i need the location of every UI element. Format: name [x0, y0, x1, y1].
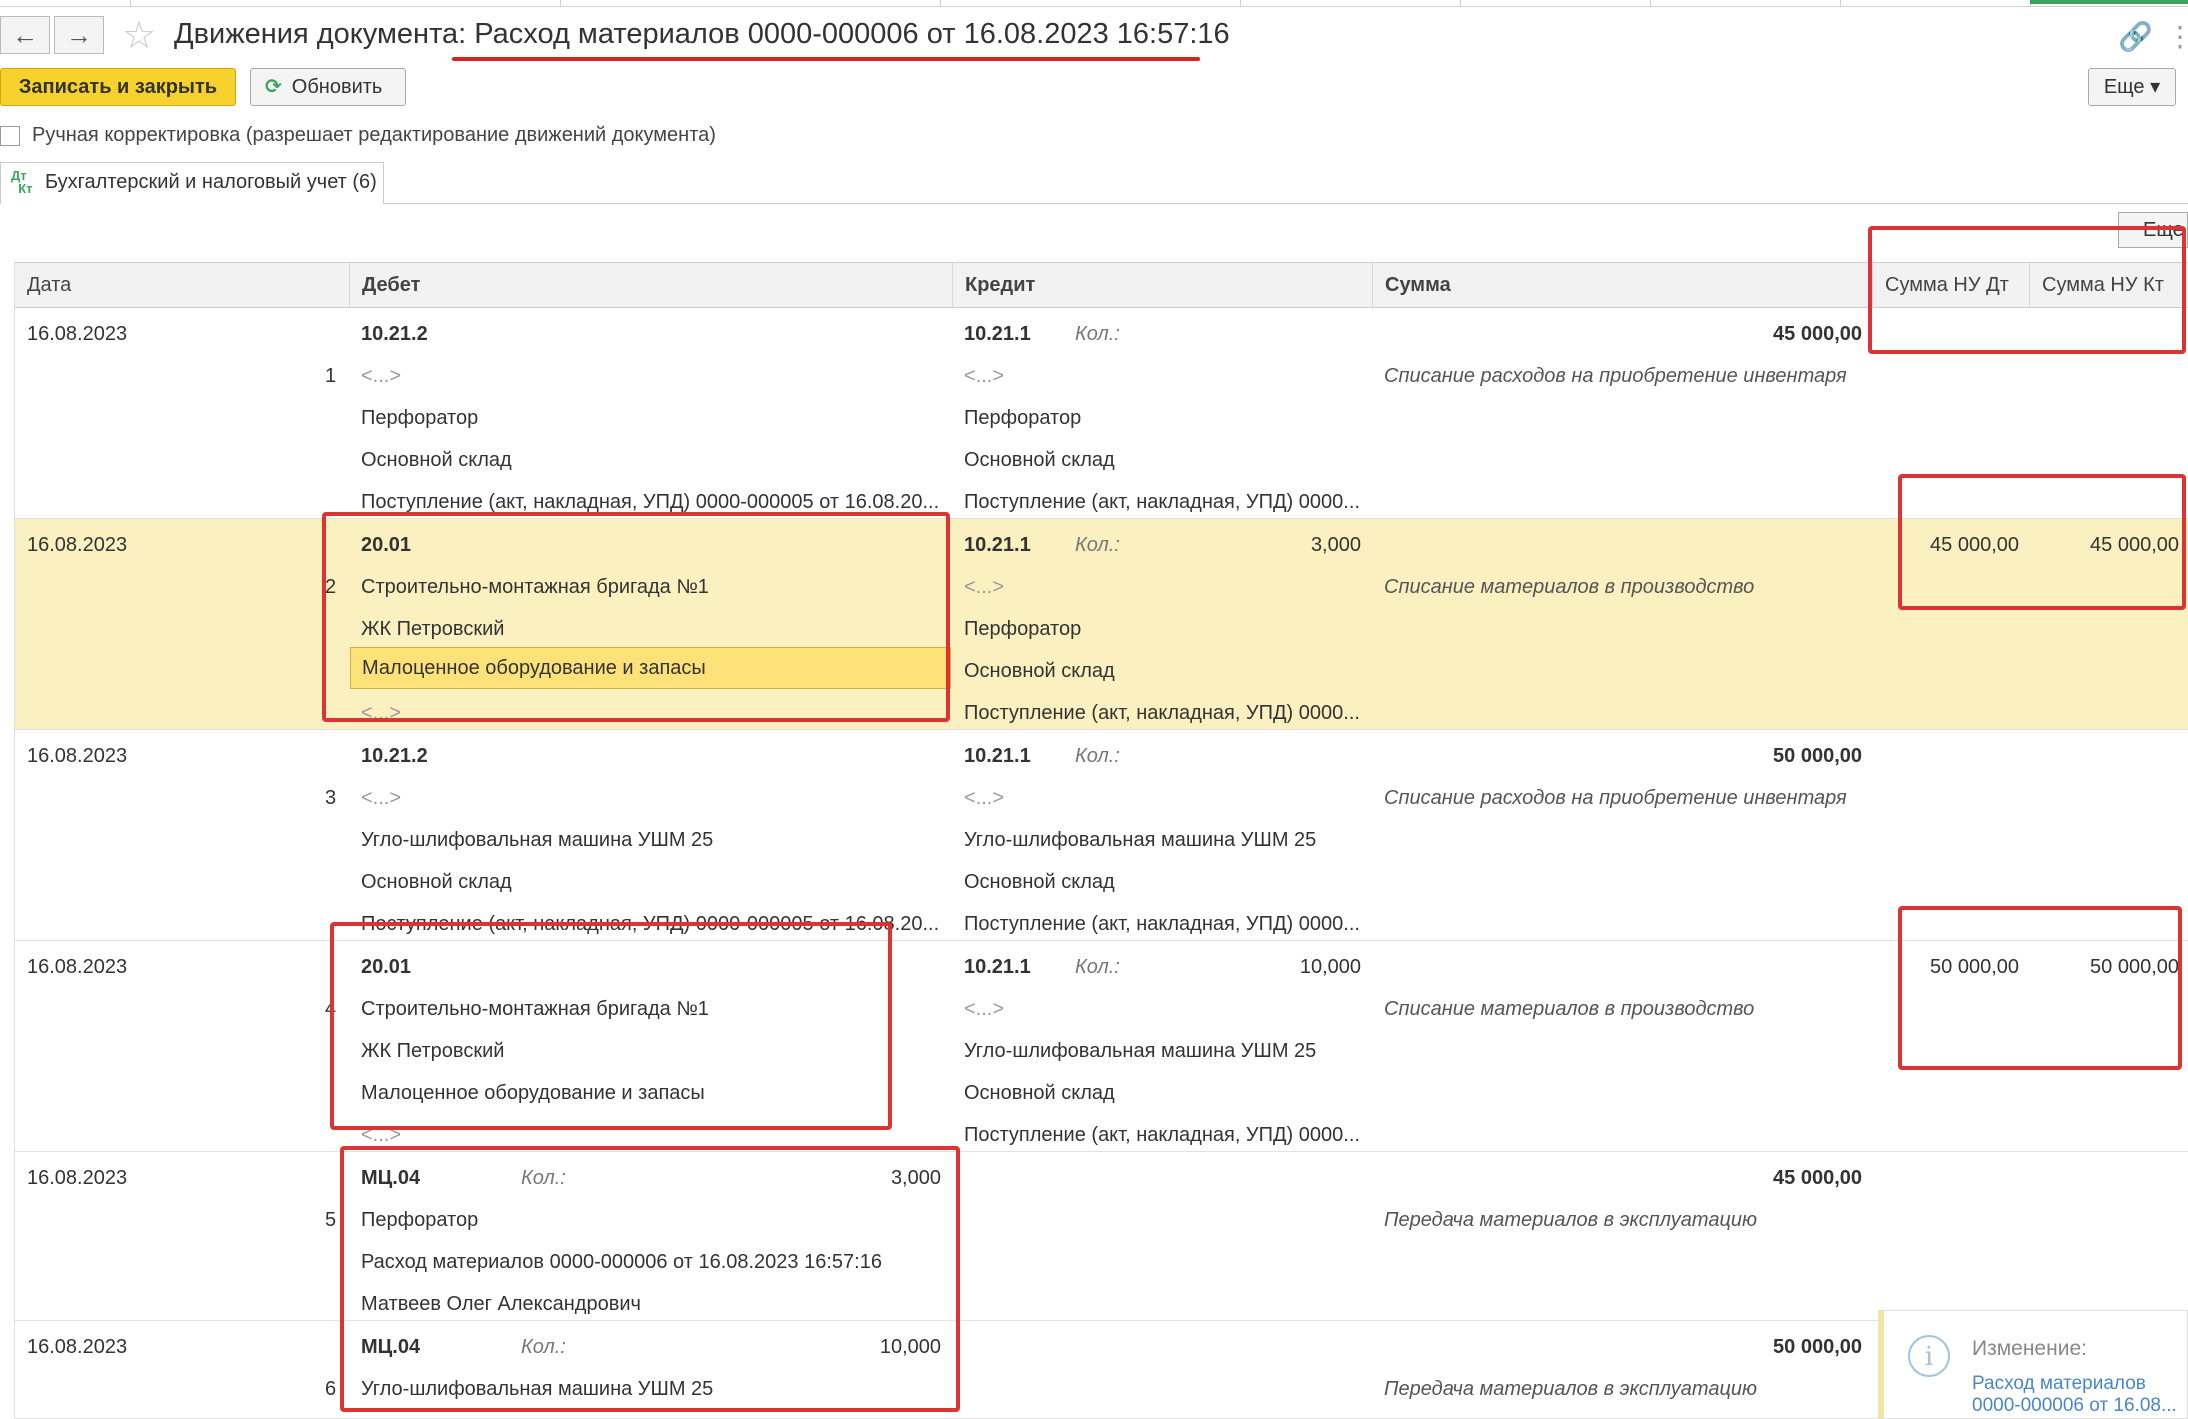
- col-sum[interactable]: Сумма: [1372, 263, 1872, 307]
- annotation-box-nu-headers: [1868, 226, 2186, 354]
- info-icon: i: [1908, 1335, 1950, 1377]
- document-title: Расход материалов 0000-000006 от 16.08.2…: [474, 18, 1230, 50]
- refresh-icon: ⟳: [265, 76, 282, 98]
- dt-kt-icon: Дт Кт: [11, 168, 33, 196]
- annotation-box-mc04: [340, 1146, 960, 1412]
- manual-edit-label[interactable]: Ручная корректировка (разрешает редактир…: [32, 124, 716, 147]
- window-tab[interactable]: [560, 0, 941, 6]
- annotation-box-debit-row2: [322, 512, 950, 722]
- col-date[interactable]: Дата: [15, 263, 349, 307]
- tab-accounting[interactable]: Дт Кт Бухгалтерский и налоговый учет (6): [0, 162, 384, 204]
- arrow-left-icon: ←: [12, 20, 38, 50]
- window-tab[interactable]: [1240, 0, 1461, 6]
- more-menu-button[interactable]: Еще ▾: [2088, 68, 2176, 106]
- window-tabs-strip: [0, 0, 2188, 7]
- notification-link[interactable]: 0000-000006 от 16.08...: [1972, 1395, 2177, 1417]
- favorite-star-icon[interactable]: ☆: [122, 16, 156, 56]
- table-header: Дата Дебет Кредит Сумма Сумма НУ Дт Сумм…: [15, 262, 2188, 308]
- notification-link[interactable]: Расход материалов: [1972, 1373, 2146, 1395]
- annotation-box-debit-row4: [330, 922, 892, 1130]
- window-tab[interactable]: [1460, 0, 1651, 6]
- active-window-tab-indicator: [2030, 0, 2188, 4]
- tab-divider: [384, 203, 2188, 204]
- forward-button[interactable]: →: [54, 16, 104, 54]
- annotation-box-nu-row4: [1898, 906, 2182, 1070]
- table-row[interactable]: 16.08.2023 1 10.21.2 <...> Перфоратор Ос…: [15, 308, 2188, 519]
- col-debit[interactable]: Дебет: [349, 263, 952, 307]
- save-and-close-button[interactable]: Записать и закрыть: [0, 68, 236, 106]
- annotation-box-nu-row2: [1898, 474, 2186, 610]
- link-icon[interactable]: 🔗: [2118, 20, 2153, 53]
- window-tab[interactable]: [0, 0, 131, 6]
- arrow-right-icon: →: [66, 20, 92, 50]
- back-button[interactable]: ←: [0, 16, 50, 54]
- col-credit[interactable]: Кредит: [952, 263, 1372, 307]
- window-tab[interactable]: [1840, 0, 2031, 6]
- window-tab[interactable]: [130, 0, 561, 6]
- window-tab[interactable]: [940, 0, 1241, 6]
- table-row[interactable]: 16.08.2023 3 10.21.2 <...> Угло-шлифовал…: [15, 730, 2188, 941]
- refresh-button[interactable]: ⟳ Обновить: [250, 68, 406, 106]
- page-title: Движения документа: Расход материалов 00…: [174, 18, 1230, 50]
- change-notification[interactable]: i Изменение: Расход материалов 0000-0000…: [1878, 1310, 2188, 1419]
- window-tab[interactable]: [1650, 0, 1841, 6]
- title-underline-annotation: [452, 57, 1200, 61]
- more-vertical-icon[interactable]: ⋮: [2166, 20, 2188, 53]
- manual-edit-checkbox[interactable]: [0, 126, 20, 146]
